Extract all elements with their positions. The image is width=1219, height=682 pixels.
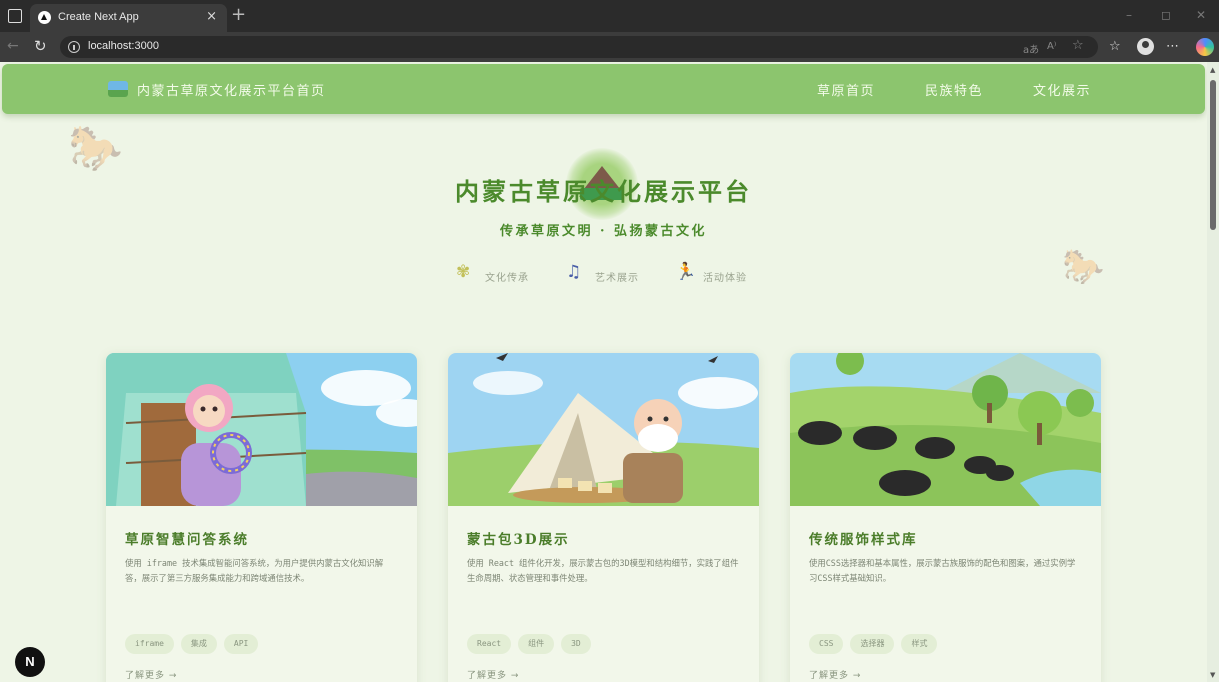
scroll-down-icon[interactable]: ▼ <box>1210 671 1215 679</box>
tag: API <box>223 634 259 654</box>
music-note-icon: ♫ <box>566 262 582 282</box>
new-tab-icon[interactable]: + <box>231 4 246 25</box>
read-aloud-icon[interactable]: A⁾ <box>1047 41 1056 52</box>
card-description: 使用 React 组件化开发，展示蒙古包的3D模型和结构细节，实践了组件生命周期… <box>467 558 739 583</box>
nav-link-culture[interactable]: 文化展示 <box>1033 80 1091 99</box>
favorite-star-icon[interactable]: ☆ <box>1072 38 1084 53</box>
nav-link-home[interactable]: 草原首页 <box>817 80 875 99</box>
browser-tab[interactable]: Create Next App × <box>30 4 227 32</box>
url-field[interactable]: localhost:3000 aあ A⁾ ☆ <box>60 36 1098 58</box>
tag: 样式 <box>901 634 938 654</box>
tag: 3D <box>561 634 591 654</box>
tab-title: Create Next App <box>58 11 139 23</box>
card-image-girl-yurt <box>106 353 417 506</box>
card-qa-system[interactable]: 草原智慧问答系统 使用 iframe 技术集成智能问答系统，为用户提供内蒙古文化… <box>106 353 417 682</box>
learn-more-link[interactable]: 了解更多 → <box>467 668 519 681</box>
horse-deco-icon: 🐎 <box>1062 247 1105 287</box>
card-title: 草原智慧问答系统 <box>125 532 249 548</box>
nextjs-dev-indicator-button[interactable]: N <box>15 647 45 677</box>
reload-icon[interactable]: ↻ <box>34 37 47 55</box>
favorites-icon[interactable]: ☆ <box>1109 39 1121 54</box>
tag: 选择器 <box>850 634 895 654</box>
tag-list: React 组件 3D <box>467 634 591 654</box>
window-close-icon[interactable]: ✕ <box>1196 8 1206 22</box>
copilot-icon[interactable] <box>1196 38 1214 56</box>
hero-title: 内蒙古草原文化展示平台 <box>455 177 752 206</box>
card-yurt-3d[interactable]: 蒙古包3D展示 使用 React 组件化开发，展示蒙古包的3D模型和结构细节，实… <box>448 353 759 682</box>
brand-logo-icon[interactable] <box>108 81 128 97</box>
card-title: 蒙古包3D展示 <box>467 532 570 548</box>
page-scrollbar[interactable]: ▲ ▼ <box>1207 62 1219 682</box>
horse-deco-icon: 🐎 <box>68 123 123 174</box>
tag: 集成 <box>180 634 217 654</box>
tag-list: iframe 集成 API <box>125 634 259 654</box>
tag: CSS <box>809 634 844 654</box>
browser-tab-bar: Create Next App × + – ◻ ✕ <box>0 0 1219 32</box>
running-icon: 🏃 <box>675 262 697 282</box>
card-image-elder-tent <box>448 353 759 506</box>
minimize-icon[interactable]: – <box>1126 8 1132 22</box>
scroll-up-icon[interactable]: ▲ <box>1210 66 1215 74</box>
card-description: 使用CSS选择器和基本属性，展示蒙古族服饰的配色和图案，通过实例学习CSS样式基… <box>809 558 1076 583</box>
tag: React <box>467 634 512 654</box>
site-navbar: 内蒙古草原文化展示平台首页 草原首页 民族特色 文化展示 <box>2 64 1205 114</box>
card-costume-library[interactable]: 传统服饰样式库 使用CSS选择器和基本属性，展示蒙古族服饰的配色和图案，通过实例… <box>790 353 1101 682</box>
tag: 组件 <box>518 634 555 654</box>
translate-icon[interactable]: aあ <box>1023 41 1039 56</box>
card-description: 使用 iframe 技术集成智能问答系统，为用户提供内蒙古文化知识解答，展示了第… <box>125 558 384 583</box>
nav-link-ethnic[interactable]: 民族特色 <box>925 80 983 99</box>
page-viewport: 内蒙古草原文化展示平台首页 草原首页 民族特色 文化展示 🐎 🐎 内蒙古草原文化… <box>0 62 1207 682</box>
restore-icon[interactable]: ◻ <box>1161 8 1171 22</box>
feature-art: 艺术展示 <box>595 273 639 284</box>
scrollbar-thumb[interactable] <box>1210 80 1216 230</box>
hero-subtitle: 传承草原文明 · 弘扬蒙古文化 <box>499 224 708 239</box>
learn-more-link[interactable]: 了解更多 → <box>809 668 861 681</box>
tag: iframe <box>125 634 174 654</box>
wheat-icon: ✾ <box>456 262 471 282</box>
address-bar: ← ↻ localhost:3000 aあ A⁾ ☆ ☆ ⋯ <box>0 32 1219 62</box>
learn-more-link[interactable]: 了解更多 → <box>125 668 177 681</box>
more-menu-icon[interactable]: ⋯ <box>1166 39 1179 54</box>
profile-avatar-icon[interactable] <box>1137 38 1154 55</box>
site-info-icon[interactable] <box>68 41 80 53</box>
card-title: 传统服饰样式库 <box>809 532 918 548</box>
url-text: localhost:3000 <box>88 40 159 52</box>
tag-list: CSS 选择器 样式 <box>809 634 938 654</box>
feature-culture: 文化传承 <box>485 273 529 284</box>
card-image-goats-meadow <box>790 353 1101 506</box>
nextjs-favicon-icon <box>38 11 51 24</box>
brand-title[interactable]: 内蒙古草原文化展示平台首页 <box>137 80 326 99</box>
tab-actions-icon[interactable] <box>8 9 22 23</box>
tab-close-icon[interactable]: × <box>206 9 217 24</box>
back-icon[interactable]: ← <box>7 38 19 54</box>
feature-activity: 活动体验 <box>703 273 747 284</box>
